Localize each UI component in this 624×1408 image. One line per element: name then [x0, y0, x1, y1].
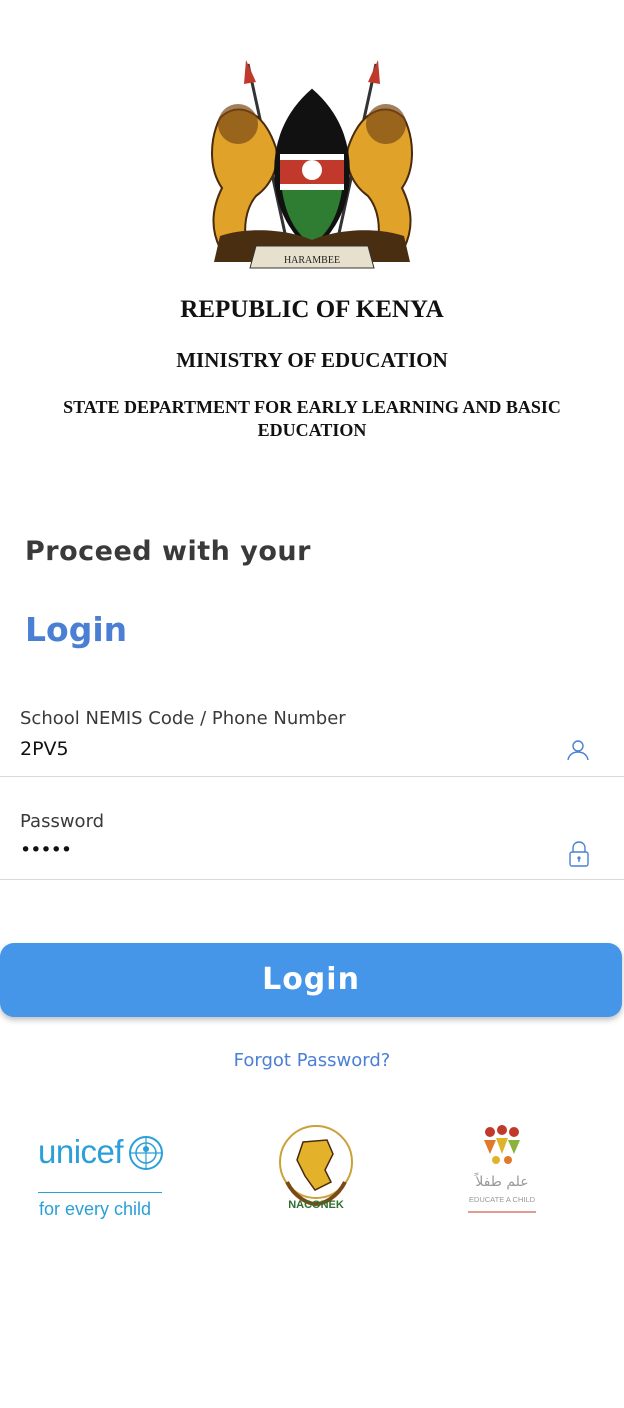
ministry-title: MINISTRY OF EDUCATION: [176, 348, 448, 372]
password-label: Password: [20, 811, 105, 832]
country-title: REPUBLIC OF KENYA: [180, 296, 444, 323]
proceed-subtitle: Proceed with your: [25, 536, 311, 567]
password-input[interactable]: •••••: [20, 839, 72, 861]
password-field[interactable]: Password •••••: [0, 803, 624, 880]
motto-text: HARAMBEE: [284, 255, 340, 266]
educate-a-child-logo: علم طفلاً EDUCATE A CHILD: [468, 1125, 536, 1213]
unicef-logo: unicef for every child: [38, 1133, 168, 1223]
kenya-coat-of-arms-logo: HARAMBEE: [211, 60, 413, 269]
unicef-name: unicef: [38, 1133, 124, 1170]
educate-a-child-arabic: علم طفلاً: [474, 1172, 529, 1190]
user-icon: [567, 740, 589, 761]
nemis-code-input[interactable]: 2PV5: [20, 738, 69, 760]
forgot-password-link[interactable]: Forgot Password?: [0, 1050, 624, 1071]
naconek-name: NACONEK: [288, 1199, 344, 1211]
lock-icon: [569, 841, 589, 867]
naconek-logo: NACONEK: [279, 1125, 353, 1211]
nemis-code-field[interactable]: School NEMIS Code / Phone Number 2PV5: [0, 700, 624, 777]
department-title: STATE DEPARTMENT FOR EARLY LEARNING AND …: [63, 397, 561, 440]
unicef-divider: [38, 1192, 162, 1193]
partner-logos: unicef for every child NACONEK علم طفلاً…: [0, 1115, 624, 1225]
login-button[interactable]: Login: [0, 943, 622, 1017]
unicef-emblem-icon: [129, 1136, 163, 1170]
login-heading: Login: [25, 610, 128, 649]
educate-a-child-name: EDUCATE A CHILD: [469, 1195, 536, 1204]
nemis-code-label: School NEMIS Code / Phone Number: [20, 708, 346, 729]
unicef-tagline: for every child: [39, 1199, 152, 1219]
